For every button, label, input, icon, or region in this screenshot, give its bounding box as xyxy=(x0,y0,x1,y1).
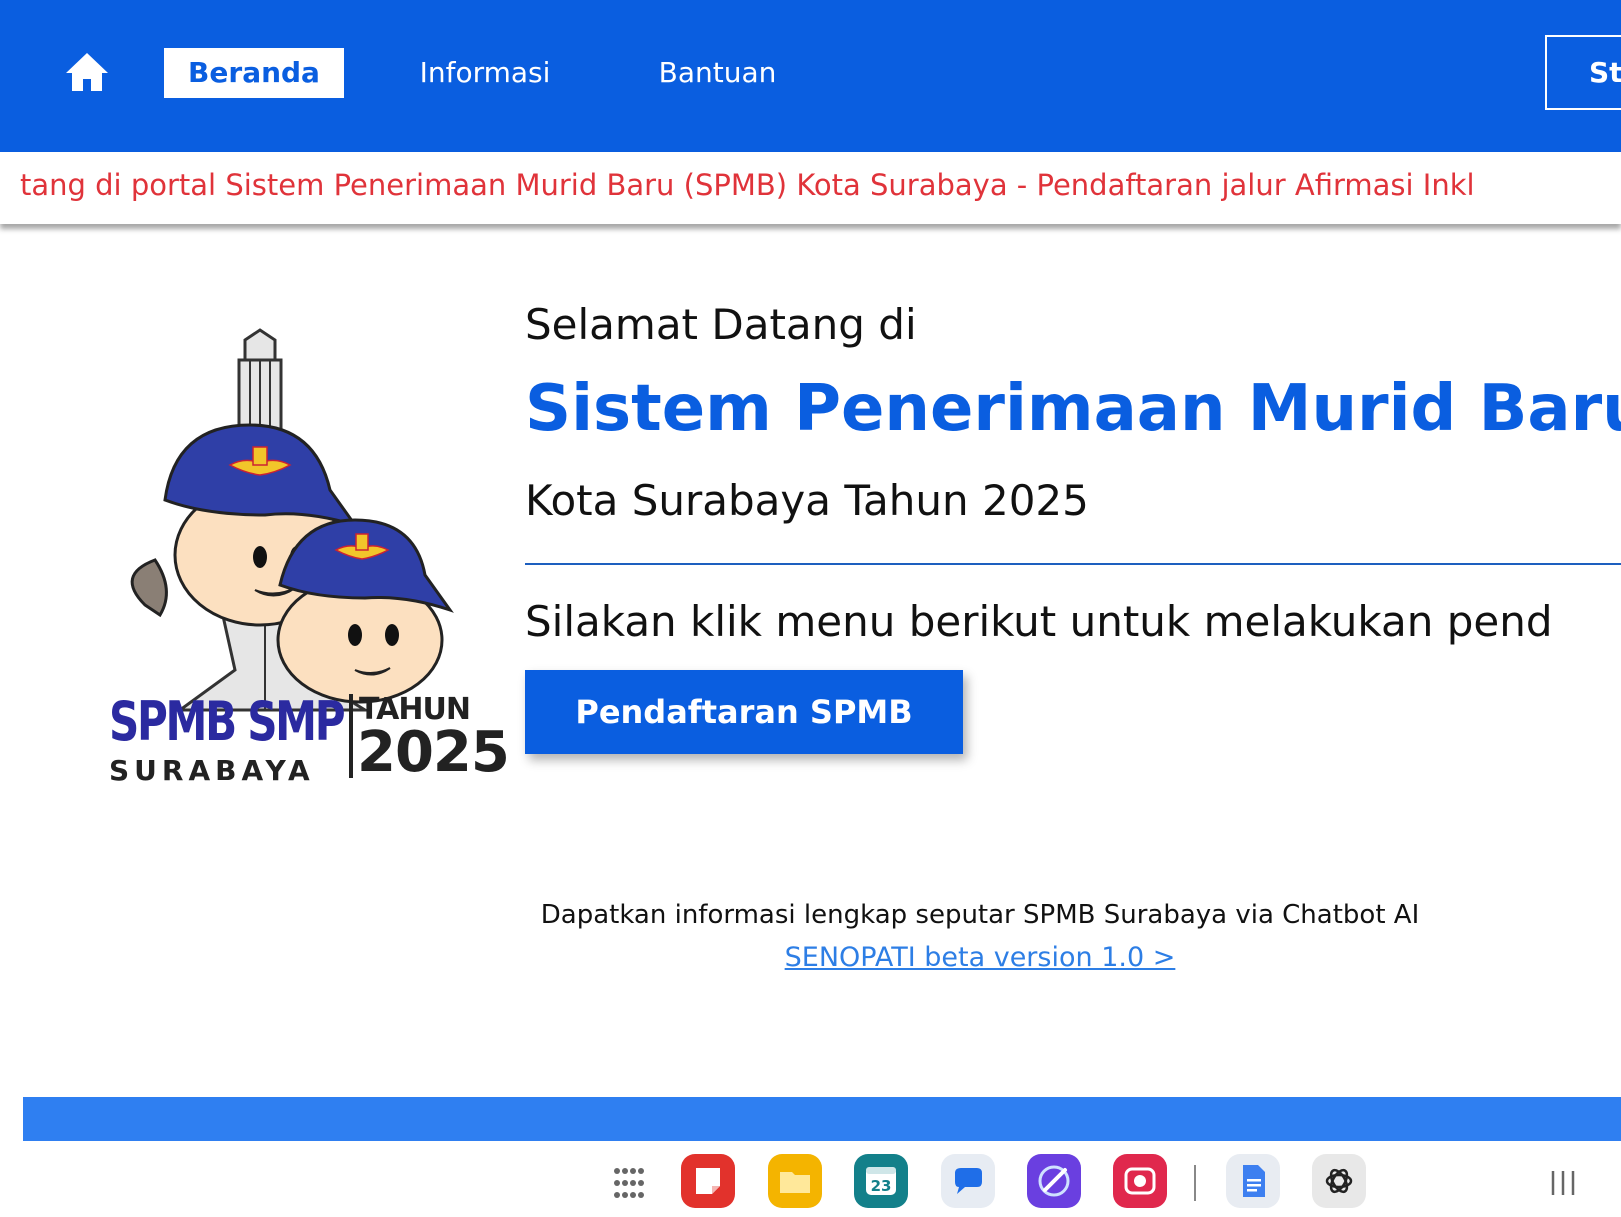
taskbar-divider xyxy=(1194,1165,1196,1201)
recents-icon[interactable] xyxy=(1548,1168,1578,1198)
system-title: Sistem Penerimaan Murid Baru ( xyxy=(525,372,1621,446)
calendar-icon[interactable]: 23 xyxy=(854,1154,908,1208)
divider-line xyxy=(525,563,1621,565)
senopati-chatbot-link[interactable]: SENOPATI beta version 1.0 > xyxy=(0,942,1621,973)
top-nav-bar: Beranda Informasi Bantuan St xyxy=(0,0,1621,152)
notes-icon[interactable] xyxy=(681,1154,735,1208)
taskbar: 23 xyxy=(0,1141,1621,1217)
logo-year: 2025 xyxy=(357,720,510,785)
home-icon[interactable] xyxy=(64,50,110,94)
footer-band xyxy=(23,1097,1621,1141)
files-icon[interactable] xyxy=(768,1154,822,1208)
nav-right-button[interactable]: St xyxy=(1545,35,1621,110)
nav-beranda[interactable]: Beranda xyxy=(164,48,344,98)
welcome-text: Selamat Datang di xyxy=(525,300,917,349)
logo-subtitle: SURABAYA xyxy=(109,754,315,787)
calendar-day: 23 xyxy=(871,1177,892,1195)
chatgpt-icon[interactable] xyxy=(1312,1154,1366,1208)
nav-informasi[interactable]: Informasi xyxy=(405,48,565,98)
marquee-text: tang di portal Sistem Penerimaan Murid B… xyxy=(20,168,1475,202)
messages-icon[interactable] xyxy=(941,1154,995,1208)
chatbot-info-text: Dapatkan informasi lengkap seputar SPMB … xyxy=(540,900,1420,930)
docs-icon[interactable] xyxy=(1226,1154,1280,1208)
internet-icon[interactable] xyxy=(1027,1154,1081,1208)
instruction-text: Silakan klik menu berikut untuk melakuka… xyxy=(525,597,1553,646)
screen-recorder-icon[interactable] xyxy=(1113,1154,1167,1208)
logo-title: SPMB SMP xyxy=(109,690,346,753)
announcement-marquee: tang di portal Sistem Penerimaan Murid B… xyxy=(0,152,1621,224)
spmb-logo: SPMB SMP SURABAYA TAHUN 2025 xyxy=(105,280,515,800)
logo-divider xyxy=(349,694,353,778)
city-year-subtitle: Kota Surabaya Tahun 2025 xyxy=(525,476,1089,525)
register-spmb-button[interactable]: Pendaftaran SPMB xyxy=(525,670,963,754)
app-drawer-icon[interactable] xyxy=(612,1166,646,1200)
nav-bantuan[interactable]: Bantuan xyxy=(650,48,785,98)
